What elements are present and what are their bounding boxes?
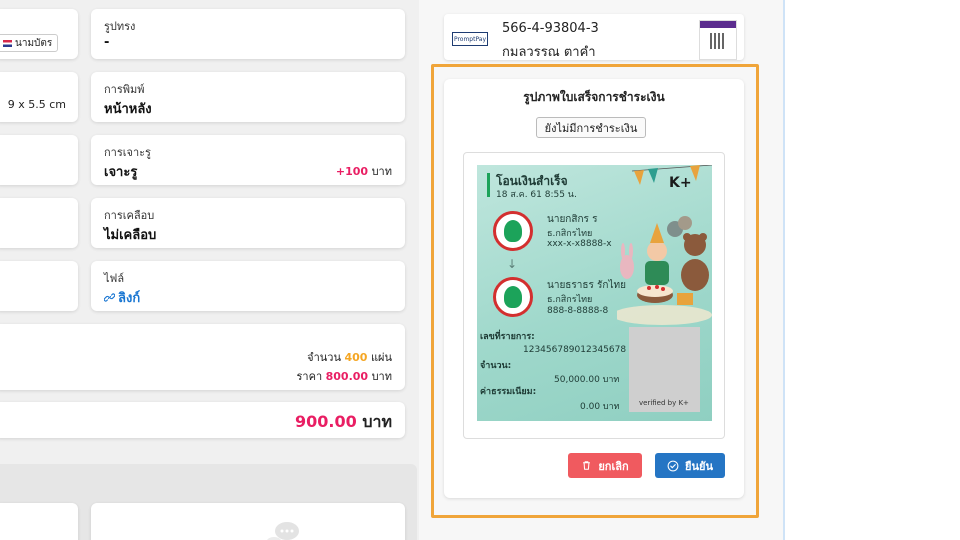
promptpay-logo: PromptPay [452, 32, 488, 46]
punch-extra-unit: บาท [371, 165, 392, 178]
slip-sender-account: xxx-x-x8888-x [547, 239, 612, 249]
link-icon [104, 293, 115, 302]
slip-receiver-bank: ธ.กสิกรไทย [547, 295, 593, 305]
kplus-brand: K+ [669, 175, 692, 191]
slip-accent-bar [487, 173, 490, 197]
qr-code-icon[interactable] [699, 20, 737, 60]
payment-status-button[interactable]: ยังไม่มีการชำระเงิน [536, 117, 646, 138]
punch-extra-price: +100 บาท [336, 162, 392, 180]
slip-amount-value: 50,000.00 บาท [554, 375, 620, 385]
file-link-label: ลิงก์ [118, 291, 141, 306]
slip-image: โอนเงินสำเร็จ 18 ส.ค. 61 8:55 น. K+ นายก… [477, 165, 712, 421]
check-circle-icon [667, 460, 679, 471]
slip-ref-value: 123456789012345678 [523, 345, 627, 355]
total-line: 900.00 บาท [295, 410, 392, 435]
category-tag-label: นามบัตร [15, 37, 53, 49]
punch-label: การเจาะรู [104, 146, 151, 159]
summary-card: จำนวน 400 แผ่น ราคา 800.00 บาท [0, 324, 405, 390]
total-unit: บาท [362, 412, 392, 431]
lower-left-card [0, 503, 78, 540]
laminate-value: ไม่เคลือบ [104, 228, 157, 243]
punch-card: การเจาะรู เจาะรู +100 บาท [91, 135, 405, 185]
slip-sender-name: นายกสิกร ร [547, 214, 598, 225]
slip-fee-label: ค่าธรรมเนียม: [480, 387, 537, 397]
price-unit: บาท [371, 370, 392, 383]
total-value: 900.00 [294, 412, 357, 431]
confirm-button[interactable]: ยืนยัน [655, 453, 725, 478]
slip-ref-label: เลขที่รายการ: [480, 332, 535, 342]
sender-bank-icon [493, 211, 533, 251]
slip-verified-text: verified by K+ [639, 399, 689, 407]
laminate-card: การเคลือบ ไม่เคลือบ [91, 198, 405, 248]
account-name: กมลวรรณ ตาคำ [502, 45, 596, 60]
punch-extra-amount: +100 [335, 165, 369, 178]
punch-value: เจาะรู [104, 165, 138, 180]
print-label: การพิมพ์ [104, 83, 145, 96]
total-card: 900.00 บาท [0, 402, 405, 438]
laminate-label: การเคลือบ [104, 209, 155, 222]
price-label: ราคา [296, 370, 323, 383]
product-type-card: นามบัตร [0, 9, 78, 59]
receiver-bank-icon [493, 277, 533, 317]
size-value: 9 x 5.5 cm [7, 98, 66, 111]
price-line: ราคา 800.00 บาท [297, 367, 393, 385]
slip-receiver-account: 888-8-8888-8 [547, 306, 609, 316]
price-value: 800.00 [325, 370, 369, 383]
left-card-3 [0, 135, 78, 185]
left-card-4 [0, 198, 78, 248]
cancel-button[interactable]: ยกเลิก [568, 453, 642, 478]
quantity-value: 400 [344, 351, 368, 364]
cancel-button-label: ยกเลิก [598, 459, 629, 473]
slip-sender-bank: ธ.กสิกรไทย [547, 229, 593, 239]
promptpay-logo-text: PromptPay [453, 35, 487, 43]
left-card-5 [0, 261, 78, 311]
blank-area [785, 0, 960, 540]
payment-slip-card: รูปภาพใบเสร็จการชำระเงิน ยังไม่มีการชำระ… [444, 79, 744, 498]
slip-receiver-name: นายธราธร รักไทย [547, 280, 626, 291]
shape-value: - [104, 35, 110, 50]
file-link[interactable]: ลิงก์ [104, 287, 140, 308]
slip-fee-value: 0.00 บาท [580, 402, 620, 412]
quantity-label: จำนวน [307, 351, 341, 364]
file-label: ไฟล์ [104, 272, 125, 285]
payment-slip-title: รูปภาพใบเสร็จการชำระเงิน [523, 90, 665, 104]
category-tag: นามบัตร [0, 34, 59, 52]
account-number: 566-4-93804-3 [502, 21, 599, 36]
lower-right-card [91, 503, 405, 540]
slip-image-frame: โอนเงินสำเร็จ 18 ส.ค. 61 8:55 น. K+ นายก… [463, 152, 725, 439]
slip-amount-label: จำนวน: [480, 361, 512, 371]
file-card: ไฟล์ ลิงก์ [91, 261, 405, 311]
slip-datetime: 18 ส.ค. 61 8:55 น. [496, 190, 577, 200]
shape-label: รูปทรง [104, 20, 136, 33]
trash-icon [583, 461, 591, 470]
flag-icon [3, 39, 12, 47]
size-card: 9 x 5.5 cm [0, 72, 78, 122]
quantity-unit: แผ่น [370, 351, 392, 364]
shape-card: รูปทรง - [91, 9, 405, 59]
print-value: หน้าหลัง [104, 102, 152, 117]
party-illustration [617, 216, 712, 325]
arrow-down-icon: ↓ [507, 257, 518, 271]
bank-account-card: PromptPay 566-4-93804-3 กมลวรรณ ตาคำ [444, 14, 744, 60]
print-card: การพิมพ์ หน้าหลัง [91, 72, 405, 122]
confirm-button-label: ยืนยัน [685, 459, 713, 473]
quantity-line: จำนวน 400 แผ่น [307, 348, 392, 366]
chat-bubble-icon [267, 522, 299, 540]
